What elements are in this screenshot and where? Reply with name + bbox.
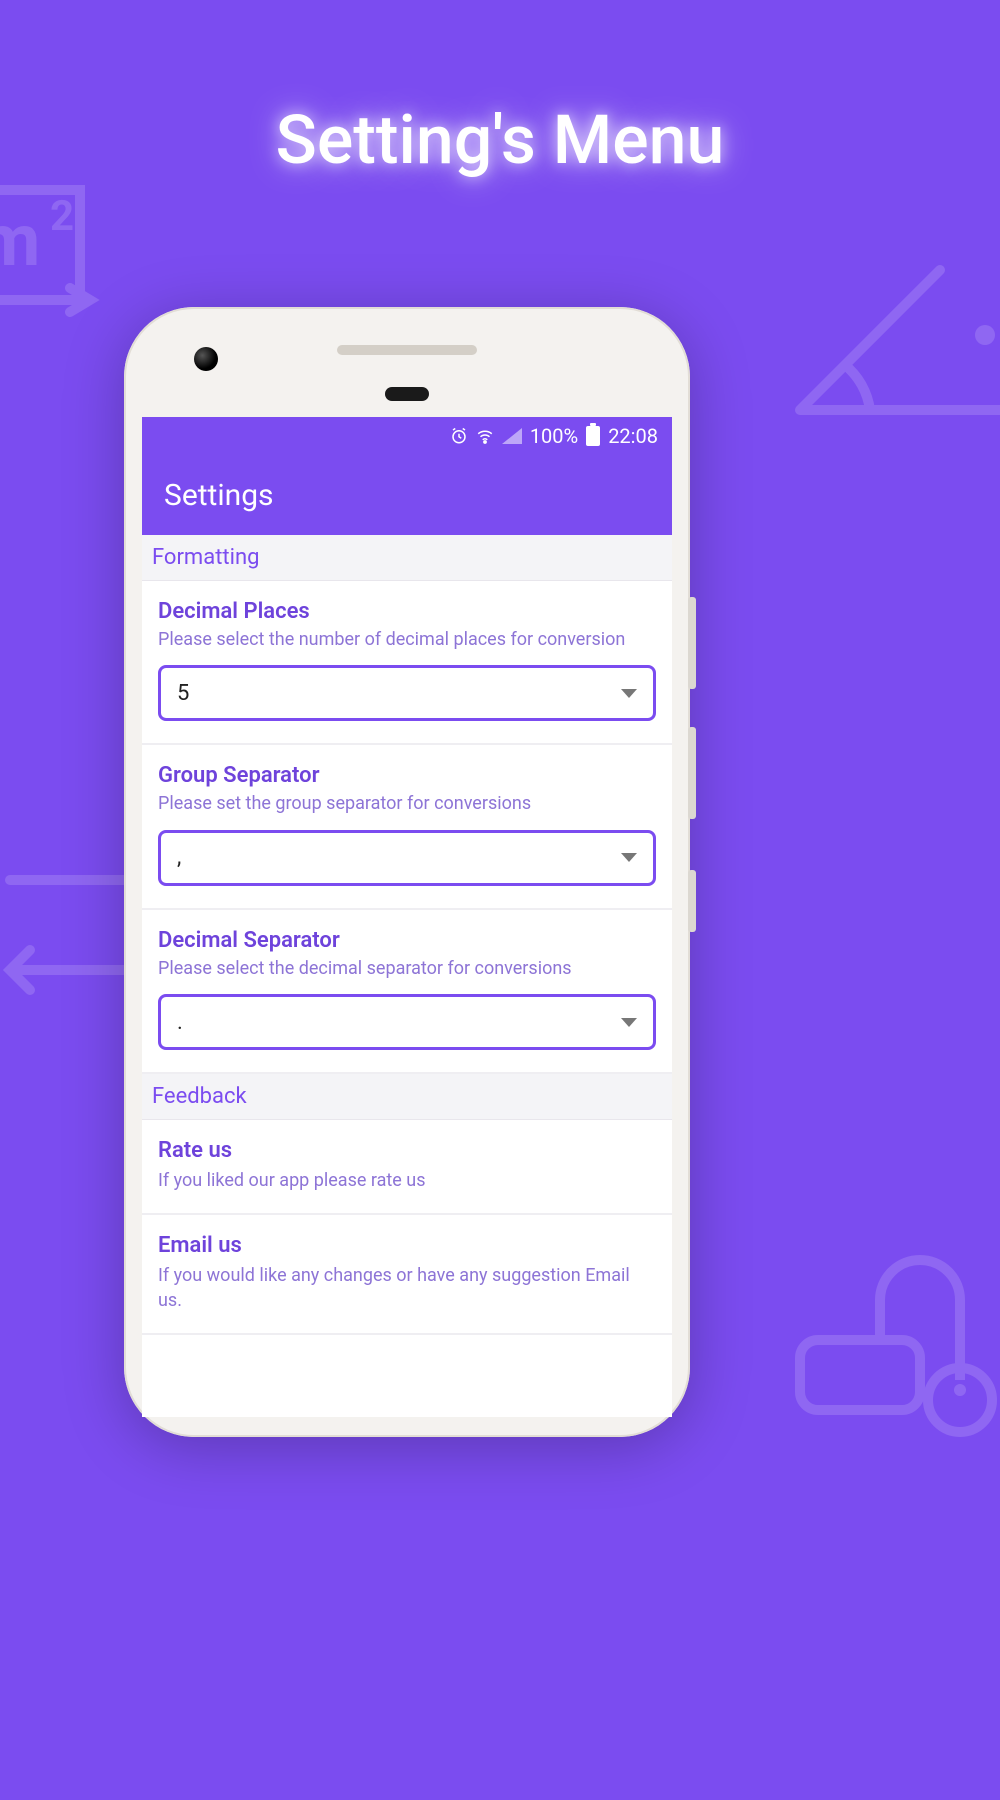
select-value: , bbox=[177, 845, 181, 870]
page-heading: Setting's Menu bbox=[0, 0, 1000, 220]
chevron-down-icon bbox=[621, 1018, 637, 1027]
chevron-down-icon bbox=[621, 853, 637, 862]
phone-top-bezel bbox=[124, 307, 690, 417]
phone-speaker bbox=[337, 345, 477, 355]
setting-decimal-separator: Decimal Separator Please select the deci… bbox=[142, 910, 672, 1074]
status-bar: 100% 22:08 bbox=[142, 417, 672, 455]
section-header-formatting: Formatting bbox=[142, 535, 672, 581]
battery-percent: 100% bbox=[530, 424, 578, 448]
phone-side-button bbox=[688, 597, 696, 689]
phone-screen: 100% 22:08 Settings Formatting Decimal P… bbox=[142, 417, 672, 1417]
setting-title: Decimal Places bbox=[158, 599, 656, 624]
app-bar-title: Settings bbox=[164, 478, 274, 513]
setting-subtitle: Please set the group separator for conve… bbox=[158, 792, 656, 815]
alarm-icon bbox=[450, 427, 468, 445]
bg-angle-icon bbox=[790, 240, 1000, 440]
select-value: . bbox=[177, 1010, 183, 1035]
phone-side-button bbox=[688, 870, 696, 932]
wifi-icon bbox=[476, 427, 494, 445]
phone-earpiece bbox=[385, 387, 429, 401]
setting-subtitle: Please select the decimal separator for … bbox=[158, 957, 656, 980]
setting-title: Decimal Separator bbox=[158, 928, 656, 953]
setting-group-separator: Group Separator Please set the group sep… bbox=[142, 745, 672, 909]
setting-title: Group Separator bbox=[158, 763, 656, 788]
item-title: Rate us bbox=[158, 1138, 656, 1163]
phone-camera bbox=[194, 347, 218, 371]
bg-area-icon: m 2 bbox=[0, 170, 140, 370]
setting-decimal-places: Decimal Places Please select the number … bbox=[142, 581, 672, 745]
setting-subtitle: Please select the number of decimal plac… bbox=[158, 628, 656, 651]
email-us-item[interactable]: Email us If you would like any changes o… bbox=[142, 1215, 672, 1335]
chevron-down-icon bbox=[621, 689, 637, 698]
item-subtitle: If you would like any changes or have an… bbox=[158, 1264, 656, 1313]
phone-frame: 100% 22:08 Settings Formatting Decimal P… bbox=[124, 307, 690, 1437]
decimal-separator-select[interactable]: . bbox=[158, 994, 656, 1050]
app-bar: Settings bbox=[142, 455, 672, 535]
group-separator-select[interactable]: , bbox=[158, 830, 656, 886]
item-subtitle: If you liked our app please rate us bbox=[158, 1169, 656, 1193]
rate-us-item[interactable]: Rate us If you liked our app please rate… bbox=[142, 1120, 672, 1215]
item-title: Email us bbox=[158, 1233, 656, 1258]
clock-time: 22:08 bbox=[608, 424, 658, 448]
bg-pressure-icon bbox=[790, 1230, 1000, 1450]
phone-side-button bbox=[688, 727, 696, 819]
section-header-feedback: Feedback bbox=[142, 1074, 672, 1120]
signal-icon bbox=[502, 428, 522, 444]
battery-icon bbox=[586, 426, 600, 446]
select-value: 5 bbox=[177, 681, 189, 706]
svg-text:2: 2 bbox=[50, 192, 74, 241]
decimal-places-select[interactable]: 5 bbox=[158, 665, 656, 721]
svg-text:m: m bbox=[0, 198, 40, 283]
